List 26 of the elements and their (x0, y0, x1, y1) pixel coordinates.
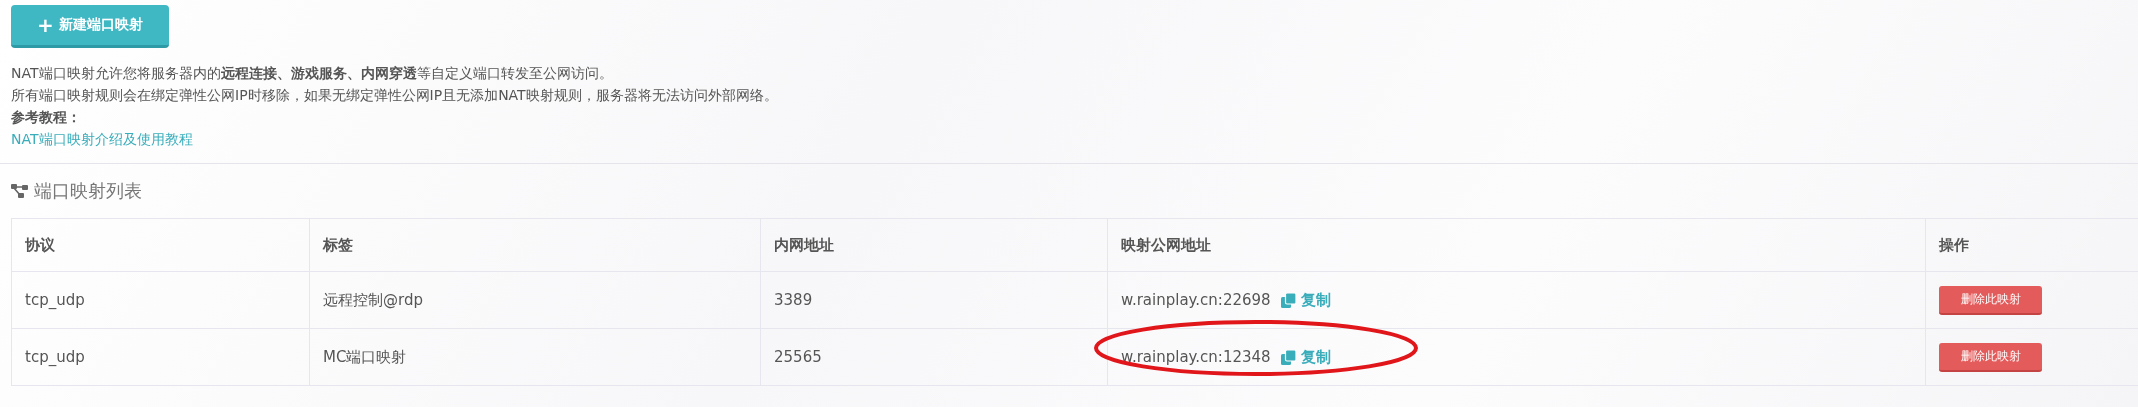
column-header: 内网地址 (760, 218, 1108, 272)
column-header: 标签 (309, 218, 761, 272)
column-header: 映射公网地址 (1107, 218, 1926, 272)
column-header: 协议 (11, 218, 310, 272)
table-cell: tcp_udp (11, 271, 310, 329)
copy-icon (1280, 349, 1296, 365)
description-text: 所有端口映射规则会在绑定弹性公网IP时移除，如果无绑定弹性公网IP且无添加NAT映射规则，服务器将无法访问外部网络。 (11, 86, 779, 105)
delete-mapping-button[interactable]: 删除此映射 (1939, 285, 2042, 315)
delete-mapping-button[interactable]: 删除此映射 (1939, 342, 2042, 372)
table-cell: 3389 (760, 271, 1108, 329)
public-address: w.rainplay.cn:22698 (1121, 291, 1271, 309)
new-mapping-button[interactable]: + 新建端口映射 (11, 5, 169, 48)
section-title: 端口映射列表 (34, 179, 142, 203)
table-cell: MC端口映射 (309, 328, 761, 386)
network-icon (11, 184, 28, 198)
copy-button[interactable]: 复制 (1280, 290, 1331, 310)
column-header: 操作 (1925, 218, 2138, 272)
copy-button[interactable]: 复制 (1280, 347, 1331, 367)
table-cell: 25565 (760, 328, 1108, 386)
public-address: w.rainplay.cn:12348 (1121, 348, 1271, 366)
description-text: NAT端口映射允许您将服务器内的远程连接、游戏服务、内网穿透等自定义端口转发至公网访问。 (11, 64, 614, 83)
table-cell: 远程控制@rdp (309, 271, 761, 329)
reference-label: 参考教程： (11, 108, 82, 127)
copy-icon (1280, 292, 1296, 308)
table-cell: tcp_udp (11, 328, 310, 386)
tutorial-link[interactable]: NAT端口映射介绍及使用教程 (11, 131, 193, 147)
